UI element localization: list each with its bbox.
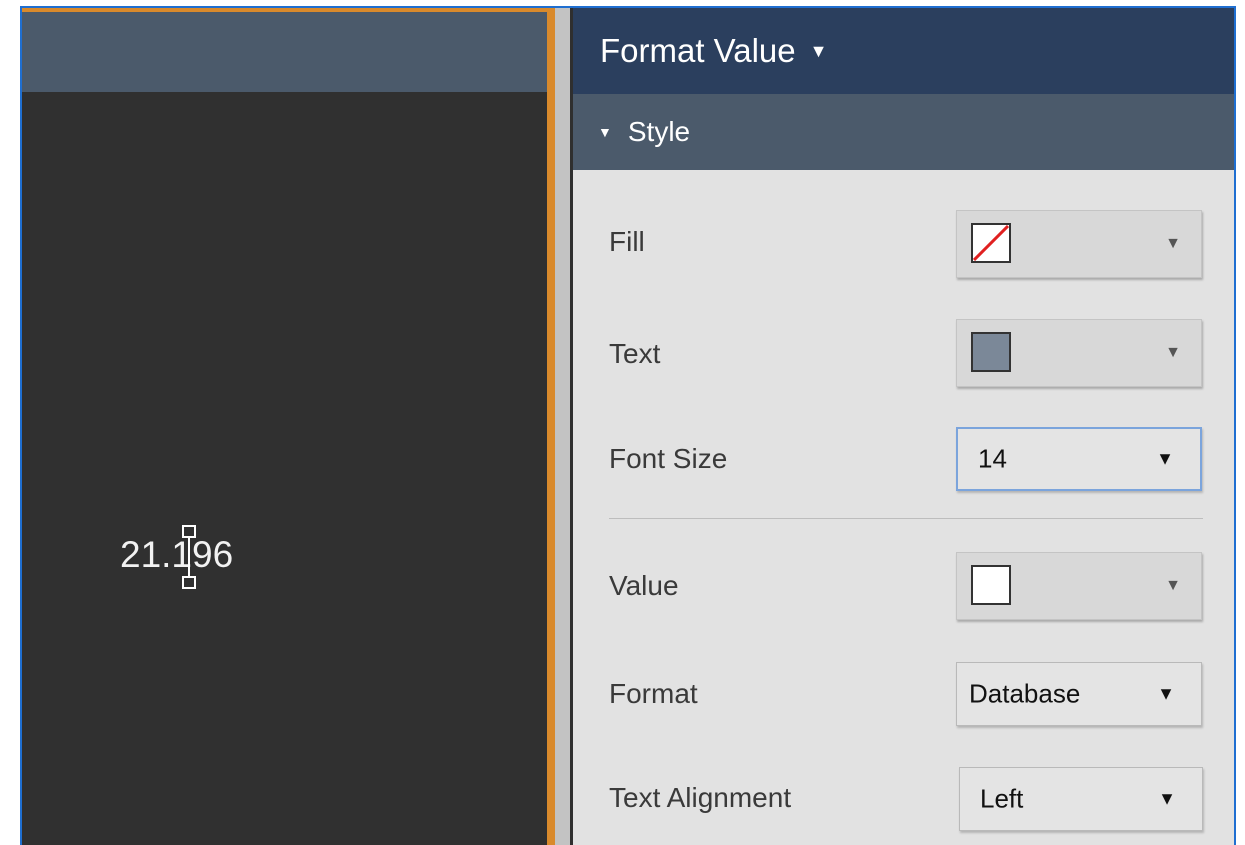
resize-handle-top[interactable] bbox=[182, 525, 196, 538]
value-color-swatch bbox=[971, 565, 1011, 605]
dropdown-arrow-icon: ▼ bbox=[1165, 577, 1181, 594]
format-select[interactable]: Database ▼ bbox=[956, 662, 1202, 726]
section-divider bbox=[609, 518, 1203, 519]
dropdown-arrow-icon: ▼ bbox=[1165, 344, 1181, 361]
panel-title: Format Value bbox=[600, 32, 796, 69]
text-color-label: Text bbox=[609, 338, 661, 369]
canvas-area[interactable]: 21.196 bbox=[22, 8, 547, 845]
canvas-header bbox=[22, 8, 547, 92]
fill-color-picker[interactable]: ▼ bbox=[956, 210, 1202, 278]
resize-handle-bottom[interactable] bbox=[182, 576, 196, 589]
panel-title-bar[interactable]: Format Value ▼ bbox=[573, 8, 1234, 94]
fill-label: Fill bbox=[609, 226, 645, 257]
font-size-select[interactable]: 14 ▼ bbox=[956, 427, 1202, 491]
text-alignment-value: Left bbox=[980, 783, 1024, 814]
format-value: Database bbox=[969, 678, 1081, 709]
text-color-swatch bbox=[971, 332, 1011, 372]
text-cursor bbox=[188, 538, 190, 576]
value-text[interactable]: 21.196 bbox=[120, 534, 233, 576]
dropdown-arrow-icon: ▼ bbox=[1158, 788, 1176, 809]
dropdown-arrow-icon: ▼ bbox=[1157, 683, 1175, 704]
dropdown-arrow-icon: ▼ bbox=[1156, 448, 1174, 469]
value-color-picker[interactable]: ▼ bbox=[956, 552, 1202, 620]
text-color-picker[interactable]: ▼ bbox=[956, 319, 1202, 387]
value-color-label: Value bbox=[609, 570, 679, 601]
text-alignment-select[interactable]: Left ▼ bbox=[959, 767, 1203, 831]
selection-border-right bbox=[547, 8, 555, 845]
dropdown-arrow-icon: ▼ bbox=[1165, 235, 1181, 252]
caret-down-icon[interactable]: ▼ bbox=[810, 41, 828, 62]
panel-splitter[interactable] bbox=[555, 8, 570, 845]
style-section-header[interactable]: ▼ Style bbox=[573, 94, 1234, 170]
app-frame: 21.196 Format Value ▼ ▼ Style Fill ▼ Tex… bbox=[20, 6, 1236, 845]
format-panel: Format Value ▼ ▼ Style Fill ▼ Text ▼ Fon… bbox=[573, 8, 1234, 845]
no-fill-swatch-icon bbox=[971, 223, 1011, 263]
font-size-label: Font Size bbox=[609, 443, 728, 474]
style-section-label: Style bbox=[627, 116, 691, 147]
font-size-value: 14 bbox=[978, 443, 1007, 474]
selection-border-top bbox=[22, 8, 547, 12]
collapse-caret-icon[interactable]: ▼ bbox=[598, 124, 612, 140]
format-label: Format bbox=[609, 678, 698, 709]
text-alignment-label: Text Alignment bbox=[609, 782, 792, 813]
